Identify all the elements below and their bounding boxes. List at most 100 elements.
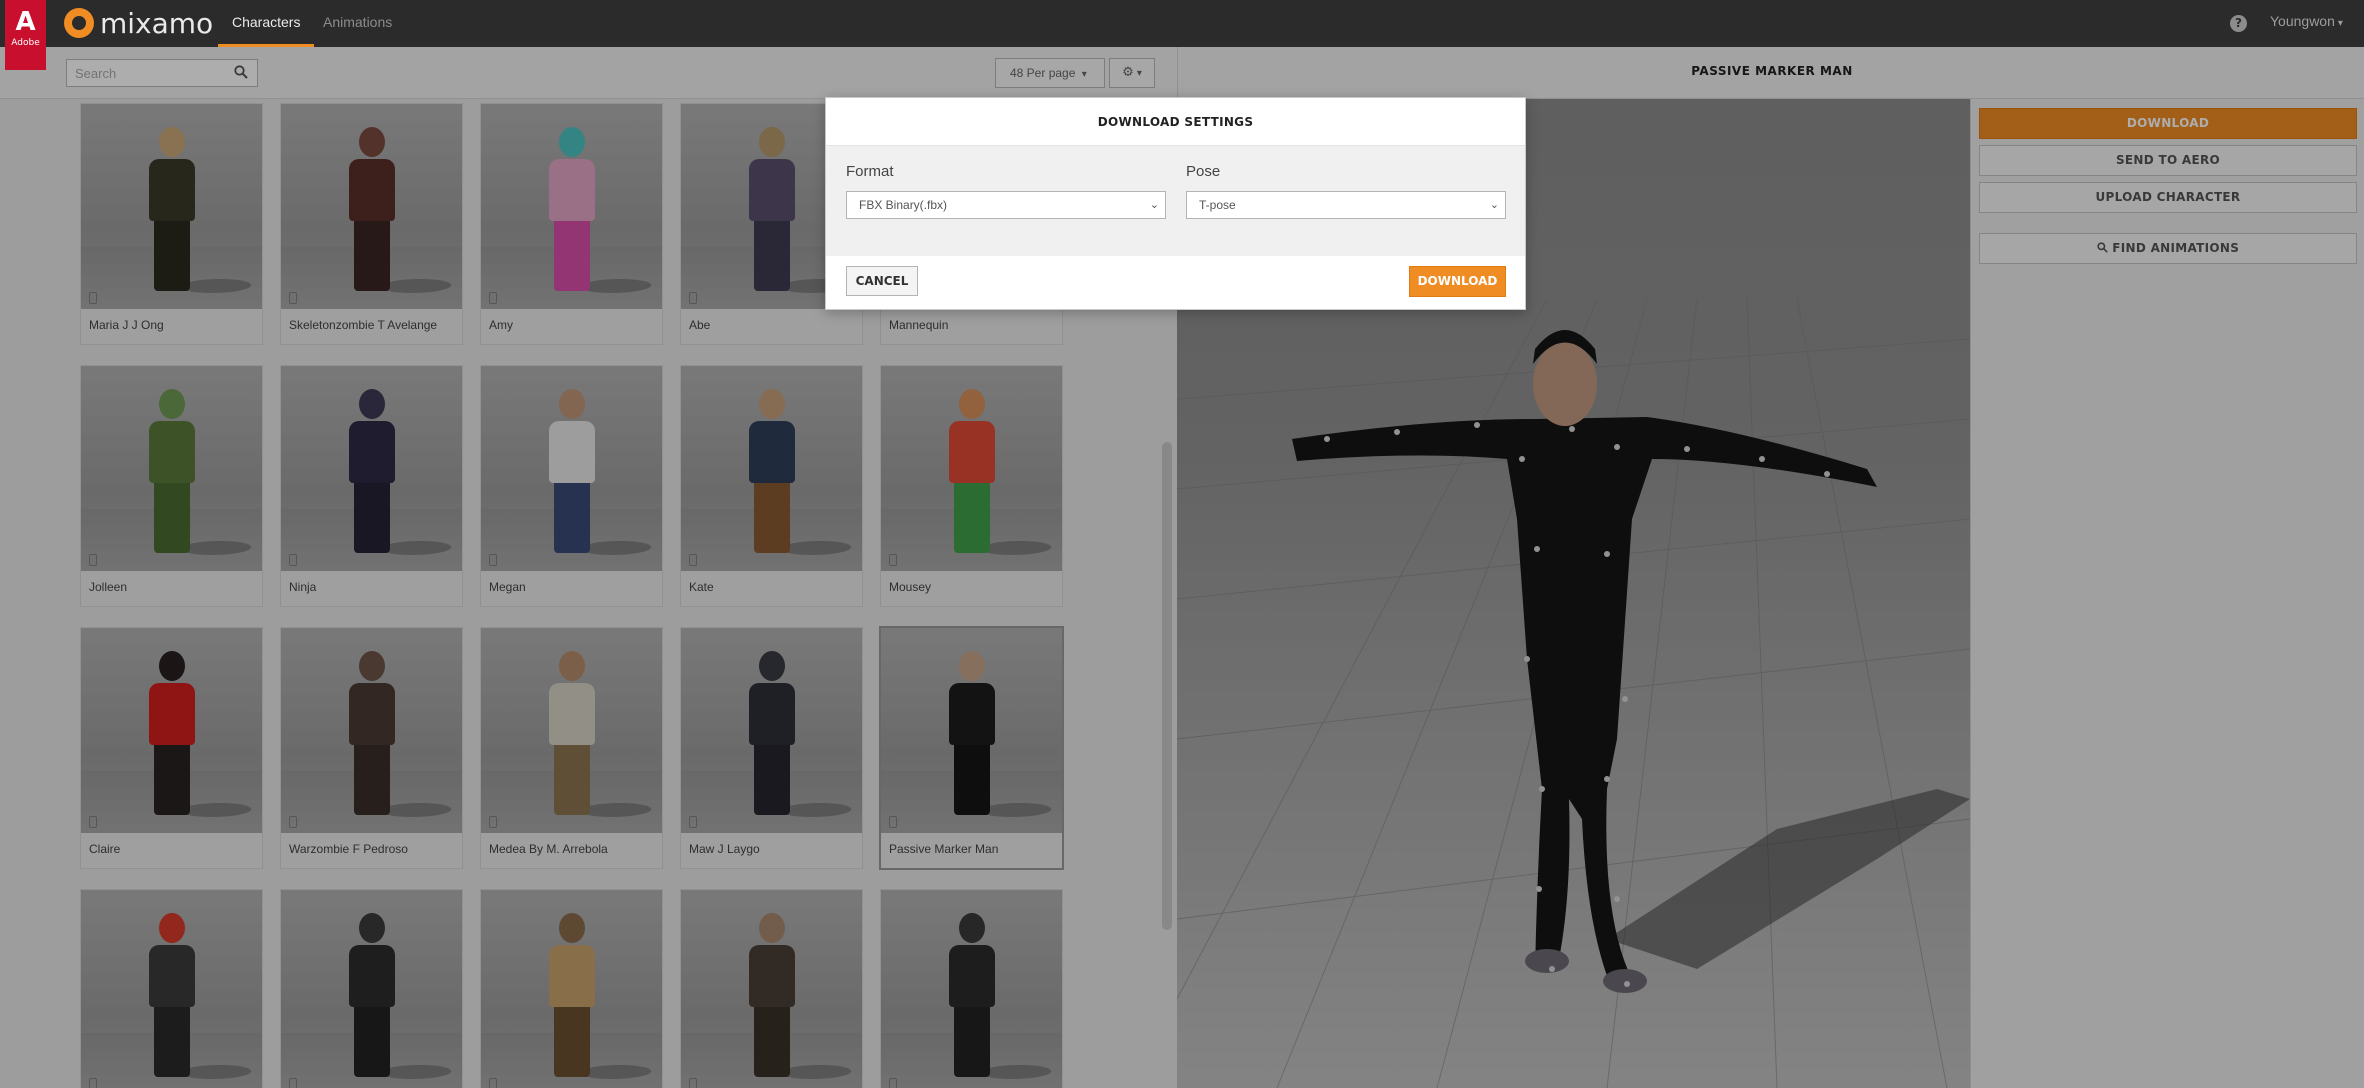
dialog-body: Format FBX Binary(.fbx) ⌄ Pose T-pose ⌄ <box>826 146 1525 256</box>
library-toolbar: 48 Per page ▾ ⚙▾ <box>0 47 1177 99</box>
search-input[interactable] <box>66 59 258 87</box>
character-card[interactable]: Mousey <box>881 366 1062 606</box>
settings-button[interactable]: ⚙ ▾ <box>1109 58 1155 88</box>
format-label: Format <box>846 163 894 180</box>
figure-body <box>948 683 995 745</box>
figure-head <box>158 651 185 681</box>
figure-head <box>358 651 385 681</box>
character-figure <box>348 651 395 815</box>
pose-select[interactable]: T-pose ⌄ <box>1186 191 1506 219</box>
dialog-title: DOWNLOAD SETTINGS <box>826 98 1525 146</box>
upload-character-button[interactable]: UPLOAD CHARACTER <box>1979 182 2357 213</box>
figure-head <box>358 127 385 157</box>
character-figure <box>548 127 595 291</box>
find-animations-label: FIND ANIMATIONS <box>2112 241 2240 255</box>
download-button[interactable]: DOWNLOAD <box>1409 266 1506 297</box>
character-thumbnail <box>881 628 1062 833</box>
character-name: Mannequin <box>889 318 949 332</box>
character-thumbnail <box>281 366 462 571</box>
figure-head <box>358 389 385 419</box>
format-value: FBX Binary(.fbx) <box>859 198 948 212</box>
search-icon[interactable] <box>234 65 248 79</box>
chevron-down-icon: ▾ <box>1136 68 1142 79</box>
adobe-word: Adobe <box>11 38 40 48</box>
per-page-select[interactable]: 48 Per page ▾ <box>995 58 1105 88</box>
find-animations-button[interactable]: FIND ANIMATIONS <box>1979 233 2357 264</box>
character-card[interactable] <box>481 890 662 1088</box>
send-to-aero-button[interactable]: SEND TO AERO <box>1979 145 2357 176</box>
figure-body <box>148 159 195 221</box>
per-page-value: 48 Per page <box>1010 66 1076 80</box>
figure-legs <box>553 1007 590 1077</box>
mixamo-logo[interactable]: mixamo <box>64 7 213 40</box>
character-thumbnail <box>681 366 862 571</box>
character-figure <box>748 651 795 815</box>
figure-body <box>348 421 395 483</box>
character-card[interactable] <box>681 890 862 1088</box>
character-thumbnail <box>281 890 462 1088</box>
character-card[interactable]: Maw J Laygo <box>681 628 862 868</box>
character-thumbnail <box>681 628 862 833</box>
rig-badge-icon <box>89 554 97 566</box>
character-card[interactable] <box>281 890 462 1088</box>
character-card[interactable]: Jolleen <box>81 366 262 606</box>
help-icon[interactable]: ? <box>2230 15 2247 32</box>
character-card[interactable] <box>881 890 1062 1088</box>
character-card[interactable]: Medea By M. Arrebola <box>481 628 662 868</box>
figure-body <box>148 421 195 483</box>
figure-legs <box>553 483 590 553</box>
character-name: Abe <box>689 318 711 332</box>
gear-icon: ⚙ <box>1122 65 1134 80</box>
tab-characters[interactable]: Characters <box>218 0 315 47</box>
figure-legs <box>353 1007 390 1077</box>
character-thumbnail <box>281 628 462 833</box>
figure-legs <box>353 483 390 553</box>
character-card[interactable]: Megan <box>481 366 662 606</box>
figure-head <box>558 913 585 943</box>
character-card[interactable]: Passive Marker Man <box>881 628 1062 868</box>
character-figure <box>348 127 395 291</box>
figure-legs <box>153 745 190 815</box>
character-thumbnail <box>281 104 462 309</box>
chevron-down-icon: ▾ <box>2337 18 2343 29</box>
grid-scrollbar[interactable] <box>1162 442 1172 930</box>
figure-head <box>958 913 985 943</box>
character-figure <box>548 389 595 553</box>
character-card[interactable]: Ninja <box>281 366 462 606</box>
figure-legs <box>353 221 390 291</box>
rig-badge-icon <box>289 554 297 566</box>
side-panel: DOWNLOAD SEND TO AERO UPLOAD CHARACTER F… <box>1970 99 2364 1088</box>
character-card[interactable]: Warzombie F Pedroso <box>281 628 462 868</box>
figure-legs <box>753 483 790 553</box>
figure-legs <box>953 1007 990 1077</box>
user-menu[interactable]: Youngwon ▾ <box>2270 13 2343 29</box>
cancel-button[interactable]: CANCEL <box>846 266 918 296</box>
side-download-button[interactable]: DOWNLOAD <box>1979 108 2357 139</box>
character-name: Maw J Laygo <box>689 842 760 856</box>
figure-legs <box>953 483 990 553</box>
character-name: Passive Marker Man <box>889 842 999 856</box>
character-card[interactable]: Skeletonzombie T Avelange <box>281 104 462 344</box>
character-card[interactable]: Claire <box>81 628 262 868</box>
character-card[interactable]: Amy <box>481 104 662 344</box>
figure-body <box>148 945 195 1007</box>
character-figure <box>948 651 995 815</box>
figure-head <box>758 913 785 943</box>
chevron-down-icon: ⌄ <box>1149 199 1159 211</box>
figure-legs <box>153 221 190 291</box>
format-select[interactable]: FBX Binary(.fbx) ⌄ <box>846 191 1166 219</box>
character-name: Warzombie F Pedroso <box>289 842 408 856</box>
character-card[interactable] <box>81 890 262 1088</box>
character-card[interactable]: Maria J J Ong <box>81 104 262 344</box>
rig-badge-icon <box>689 292 697 304</box>
rig-badge-icon <box>89 816 97 828</box>
tab-animations[interactable]: Animations <box>309 0 406 47</box>
character-card[interactable]: Kate <box>681 366 862 606</box>
character-figure <box>148 913 195 1077</box>
character-shadow <box>1607 789 1970 969</box>
rig-badge-icon <box>489 816 497 828</box>
adobe-logo[interactable]: A Adobe <box>5 0 46 70</box>
figure-body <box>548 421 595 483</box>
figure-legs <box>353 745 390 815</box>
character-figure <box>148 651 195 815</box>
